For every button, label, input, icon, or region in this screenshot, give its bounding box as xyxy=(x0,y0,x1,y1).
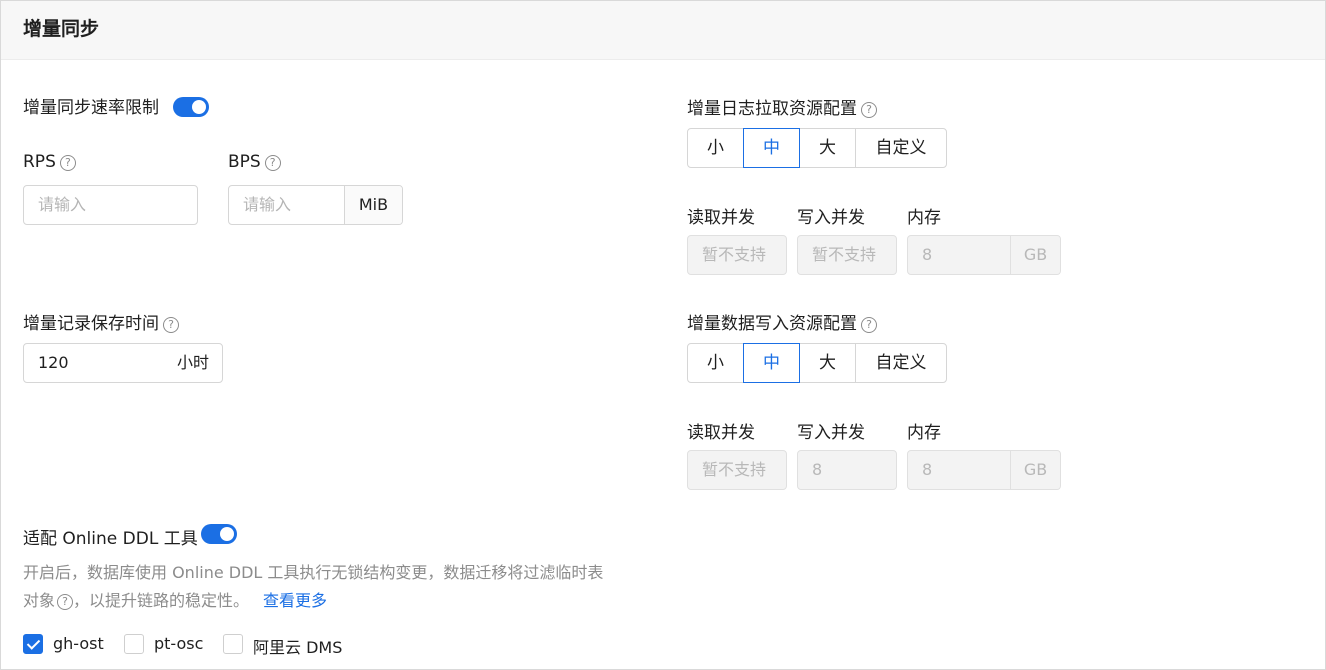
data-write-option-custom[interactable]: 自定义 xyxy=(855,343,947,383)
rps-label: RPS xyxy=(23,152,56,172)
rate-limit-label: 增量同步速率限制 xyxy=(23,98,159,118)
log-pull-mem-input: 8 GB xyxy=(907,235,1061,275)
help-icon[interactable]: ? xyxy=(57,594,74,610)
help-icon[interactable]: ? xyxy=(861,317,877,333)
incremental-sync-panel: 增量同步 增量同步速率限制 RPS? BPS? 请输入 请输入 MiB 增量记录… xyxy=(0,0,1326,670)
data-write-label: 增量数据写入资源配置 xyxy=(687,314,857,334)
ddl-toggle[interactable] xyxy=(201,524,237,544)
section-title: 增量同步 xyxy=(23,18,100,40)
help-icon[interactable]: ? xyxy=(861,102,877,118)
data-write-size-selector: 小 中 大 自定义 xyxy=(687,343,947,383)
section-header: 增量同步 xyxy=(1,1,1325,60)
data-write-write-label: 写入并发 xyxy=(797,423,865,443)
ddl-label: 适配 Online DDL 工具 xyxy=(23,529,198,549)
data-write-read-label: 读取并发 xyxy=(687,423,755,443)
pt-osc-checkbox[interactable] xyxy=(124,634,144,654)
data-write-option-large[interactable]: 大 xyxy=(799,343,856,383)
log-pull-label: 增量日志拉取资源配置 xyxy=(687,99,857,119)
log-pull-option-custom[interactable]: 自定义 xyxy=(855,128,947,168)
data-write-read-input: 暂不支持 xyxy=(687,450,787,490)
log-pull-mem-unit: GB xyxy=(1010,236,1060,274)
rps-input[interactable]: 请输入 xyxy=(23,185,198,225)
log-pull-write-input: 暂不支持 xyxy=(797,235,897,275)
gh-ost-label: gh-ost xyxy=(53,634,104,653)
retention-unit: 小时 xyxy=(176,353,209,372)
help-icon[interactable]: ? xyxy=(264,155,281,171)
rps-label-wrap: RPS? xyxy=(23,152,76,172)
pt-osc-label: pt-osc xyxy=(154,634,204,653)
log-pull-mem-value: 8 xyxy=(922,245,933,264)
learn-more-link[interactable]: 查看更多 xyxy=(263,591,327,610)
bps-label-wrap: BPS? xyxy=(228,152,281,172)
retention-label-wrap: 增量记录保存时间? xyxy=(23,309,179,334)
ddl-desc-line2-wrap: 对象? ，以提升链路的稳定性。 查看更多 xyxy=(23,587,663,615)
aliyun-dms-checkbox[interactable] xyxy=(223,634,243,654)
gh-ost-checkbox[interactable] xyxy=(23,634,43,654)
data-write-option-small[interactable]: 小 xyxy=(687,343,744,383)
retention-label: 增量记录保存时间 xyxy=(23,314,159,334)
rate-limit-toggle[interactable] xyxy=(173,97,209,117)
bps-label: BPS xyxy=(228,152,261,172)
log-pull-read-input: 暂不支持 xyxy=(687,235,787,275)
bps-unit: MiB xyxy=(344,186,402,224)
data-write-mem-value: 8 xyxy=(922,460,933,479)
bps-input[interactable]: 请输入 MiB xyxy=(228,185,403,225)
ddl-desc-line2-rest: ，以提升链路的稳定性。 xyxy=(73,591,250,610)
help-icon[interactable]: ? xyxy=(59,155,76,171)
help-icon[interactable]: ? xyxy=(163,317,179,333)
data-write-label-wrap: 增量数据写入资源配置? xyxy=(687,309,877,334)
data-write-mem-unit: GB xyxy=(1010,451,1060,489)
log-pull-option-small[interactable]: 小 xyxy=(687,128,744,168)
data-write-mem-input: 8 GB xyxy=(907,450,1061,490)
data-write-mem-label: 内存 xyxy=(907,423,941,443)
bps-placeholder: 请输入 xyxy=(243,195,292,214)
data-write-option-medium[interactable]: 中 xyxy=(743,343,800,383)
log-pull-write-label: 写入并发 xyxy=(797,208,865,228)
log-pull-label-wrap: 增量日志拉取资源配置? xyxy=(687,94,877,119)
ddl-description: 开启后，数据库使用 Online DDL 工具执行无锁结构变更，数据迁移将过滤临… xyxy=(23,559,663,615)
log-pull-size-selector: 小 中 大 自定义 xyxy=(687,128,947,168)
ddl-desc-line2: 对象 xyxy=(23,591,56,610)
data-write-write-input: 8 xyxy=(797,450,897,490)
log-pull-option-large[interactable]: 大 xyxy=(799,128,856,168)
log-pull-option-medium[interactable]: 中 xyxy=(743,128,800,168)
log-pull-mem-label: 内存 xyxy=(907,208,941,228)
retention-input[interactable]: 120 小时 xyxy=(23,343,223,383)
rps-placeholder: 请输入 xyxy=(38,195,87,214)
retention-value: 120 xyxy=(38,353,69,372)
log-pull-read-label: 读取并发 xyxy=(687,208,755,228)
ddl-desc-line1: 开启后，数据库使用 Online DDL 工具执行无锁结构变更，数据迁移将过滤临… xyxy=(23,563,604,582)
aliyun-dms-label: 阿里云 DMS xyxy=(253,638,343,657)
